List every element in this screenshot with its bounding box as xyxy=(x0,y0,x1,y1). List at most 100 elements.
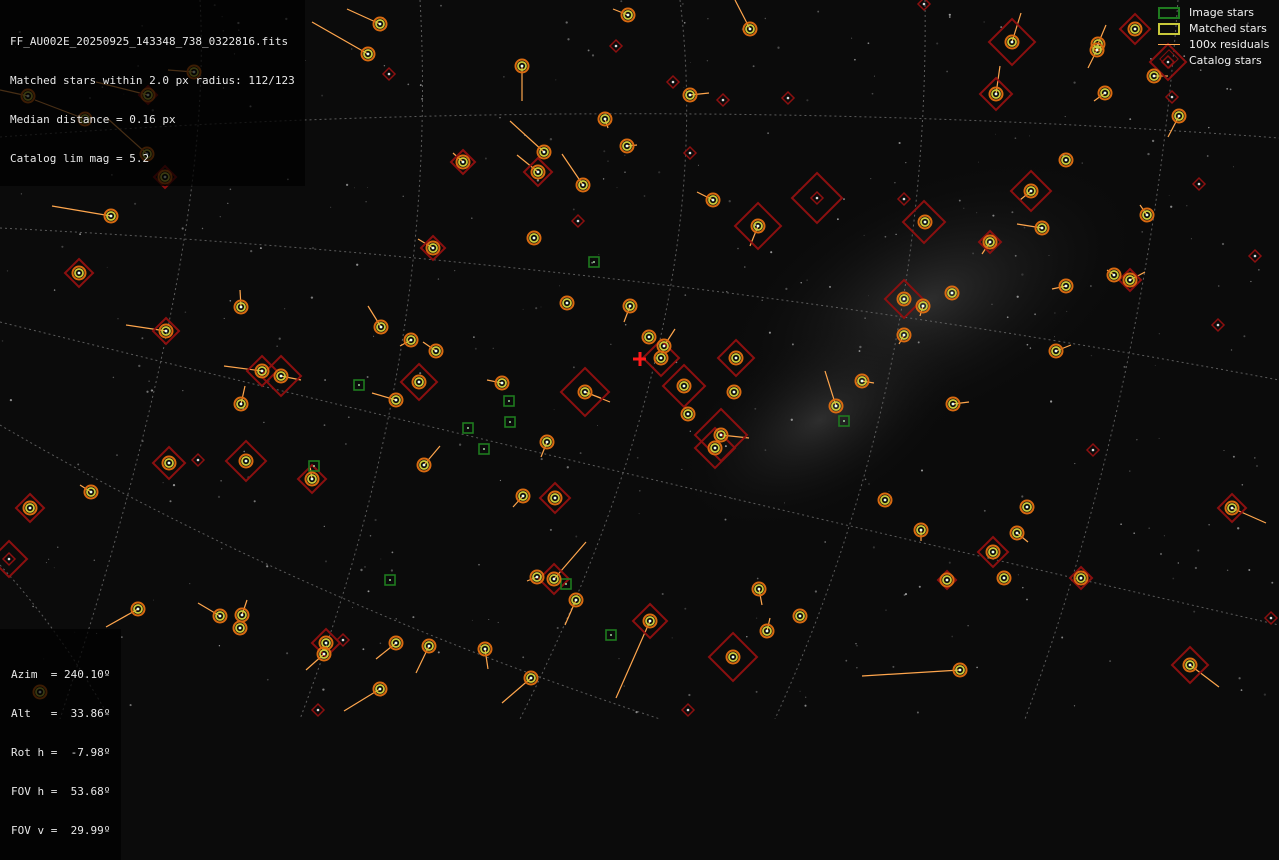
faint-star xyxy=(1232,166,1234,168)
faint-star xyxy=(1193,610,1196,613)
faint-star xyxy=(284,308,286,310)
faint-star xyxy=(484,157,487,160)
faint-star xyxy=(1034,313,1037,316)
matched-star-core xyxy=(77,271,81,275)
faint-star xyxy=(888,490,890,493)
matched-star-core xyxy=(1025,505,1029,509)
faint-star xyxy=(884,235,887,238)
catalog-star-core xyxy=(686,708,690,712)
legend-matched-stars: Matched stars xyxy=(1154,20,1269,36)
matched-star-core xyxy=(310,477,314,481)
catalog-star-core xyxy=(786,96,790,100)
faint-star xyxy=(946,70,948,73)
faint-star xyxy=(681,2,684,5)
faint-star xyxy=(824,541,827,543)
faint-star xyxy=(324,379,327,381)
faint-star xyxy=(1223,450,1225,452)
faint-star xyxy=(892,665,895,668)
faint-star xyxy=(266,565,269,568)
faint-star xyxy=(223,317,225,319)
matched-star-core xyxy=(648,619,652,623)
image-star-core xyxy=(467,427,469,429)
red-diamond-icon xyxy=(1154,49,1182,69)
faint-star xyxy=(856,645,858,647)
faint-star xyxy=(963,207,965,209)
faint-star xyxy=(1028,135,1030,137)
matched-star-core xyxy=(279,374,283,378)
faint-star xyxy=(522,308,524,310)
matched-star-core xyxy=(748,27,752,31)
image-star-core xyxy=(389,579,391,581)
faint-star xyxy=(106,266,108,268)
faint-star xyxy=(129,704,132,707)
faint-star xyxy=(153,599,154,601)
matched-star-core xyxy=(625,144,629,148)
pointing-info-panel: Azim = 240.10º Alt = 33.86º Rot h = -7.9… xyxy=(0,629,122,860)
faint-star xyxy=(219,216,221,218)
matched-star-core xyxy=(1079,576,1083,580)
faint-star xyxy=(752,65,755,68)
matched-star-core xyxy=(239,305,243,309)
matched-star-core xyxy=(688,93,692,97)
catalog-star-core xyxy=(196,458,200,462)
matched-star-core xyxy=(461,160,465,164)
faint-star xyxy=(872,546,876,549)
faint-star xyxy=(421,97,424,100)
faint-star xyxy=(804,704,807,707)
matched-star-core xyxy=(324,641,328,645)
faint-star xyxy=(48,558,50,560)
yellow-square-icon xyxy=(1154,21,1182,35)
matched-star-core xyxy=(919,528,923,532)
matched-star-core xyxy=(238,626,242,630)
faint-star xyxy=(351,48,353,50)
faint-star xyxy=(330,206,332,208)
matched-star-core xyxy=(434,349,438,353)
faint-star xyxy=(1226,87,1229,90)
faint-star xyxy=(253,500,256,503)
faint-star xyxy=(473,336,475,338)
faint-star xyxy=(920,469,924,472)
faint-star xyxy=(390,569,394,572)
matched-star-core xyxy=(902,333,906,337)
faint-star xyxy=(259,247,262,250)
faint-star xyxy=(983,509,986,512)
median-distance: Median distance = 0.16 px xyxy=(10,113,176,126)
faint-star xyxy=(1014,254,1017,257)
faint-star xyxy=(764,449,767,451)
faint-star xyxy=(366,376,369,378)
faint-star xyxy=(312,247,314,249)
faint-star xyxy=(756,577,759,580)
faint-star xyxy=(220,480,222,482)
faint-star xyxy=(478,563,480,566)
fov-horizontal-readout: FOV h = 53.68º xyxy=(11,785,111,798)
matched-star-core xyxy=(798,614,802,618)
faint-star xyxy=(1151,139,1155,143)
faint-star xyxy=(1026,598,1028,601)
faint-star xyxy=(362,648,365,651)
matched-star-core xyxy=(244,459,248,463)
faint-star xyxy=(1258,269,1260,271)
faint-star xyxy=(761,299,763,302)
catalog-star-core xyxy=(902,197,906,201)
faint-star xyxy=(1,340,4,342)
faint-star xyxy=(845,659,848,662)
matched-star-core xyxy=(988,240,992,244)
matched-star-core xyxy=(553,496,557,500)
matched-star-core xyxy=(427,644,431,648)
faint-star xyxy=(407,83,410,86)
faint-star xyxy=(638,489,641,492)
legend-matched-stars-label: Matched stars xyxy=(1189,21,1267,35)
faint-star xyxy=(266,678,269,681)
faint-star xyxy=(565,21,568,24)
faint-star xyxy=(440,4,442,7)
faint-star xyxy=(471,217,473,219)
faint-star xyxy=(983,21,985,23)
faint-star xyxy=(1221,242,1225,246)
faint-star xyxy=(221,548,223,550)
faint-star xyxy=(471,619,473,621)
faint-star xyxy=(217,495,221,499)
faint-star xyxy=(976,212,978,214)
faint-star xyxy=(995,133,996,135)
catalog-star-core xyxy=(316,708,320,712)
faint-star xyxy=(1081,162,1083,164)
